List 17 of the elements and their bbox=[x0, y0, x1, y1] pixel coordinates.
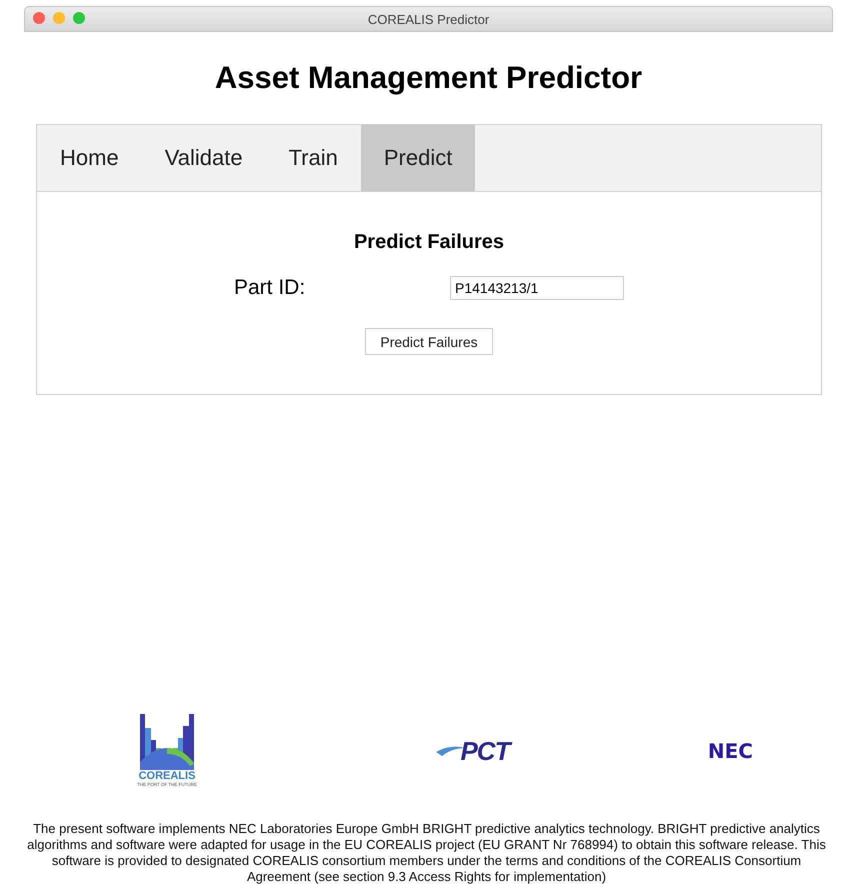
predict-button[interactable]: Predict Failures bbox=[365, 328, 493, 355]
logo-wordmark: COREALIS bbox=[138, 770, 196, 782]
section-title: Predict Failures bbox=[354, 231, 504, 254]
close-button[interactable] bbox=[33, 12, 45, 24]
zoom-button[interactable] bbox=[73, 12, 85, 24]
window-title: COREALIS Predictor bbox=[368, 12, 490, 26]
logo-wordmark: NEC bbox=[708, 739, 753, 763]
minimize-button[interactable] bbox=[53, 12, 65, 24]
page-heading: Asset Management Predictor bbox=[214, 60, 644, 96]
field-label: Part ID: bbox=[234, 276, 306, 300]
nav-tab[interactable]: Train bbox=[266, 125, 361, 191]
nav-tab[interactable]: Home bbox=[37, 125, 142, 191]
nav-tab[interactable]: Predict bbox=[360, 125, 476, 191]
nav-tab[interactable]: Validate bbox=[142, 125, 266, 191]
license-notice: The present software implements NEC Laboratories Europe GmbH BRIGHT predictive analytics technology. BRIGHT predictive analytics algorithms and software were adapted for usage in the EU COREALIS project (EU GRANT Nr 768994) to obtain this software release. This software is provided to designated COREALIS consortium members under the terms and conditions of the COREALIS Consortium Agreement (see section 9.3 Access Rights for implementation) bbox=[26, 821, 827, 885]
logo-wordmark: PCT bbox=[460, 736, 510, 766]
part-id-field[interactable]: P14143213/1 bbox=[450, 276, 624, 300]
